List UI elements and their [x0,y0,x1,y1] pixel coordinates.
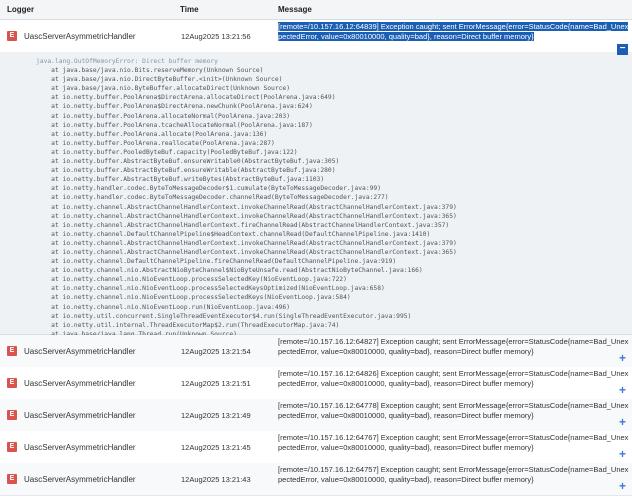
stacktrace-line: at io.netty.channel.AbstractChannelHandl… [36,239,457,247]
stacktrace-line: at io.netty.buffer.AbstractByteBuf.write… [36,176,325,184]
row-time: 12Aug2025 13:21:45 [181,443,251,452]
stacktrace-line: at io.netty.buffer.PoolArena.tcacheAlloc… [36,121,313,129]
stacktrace-line: at io.netty.buffer.PoolArena.allocate(Po… [36,130,268,138]
expand-icon[interactable]: + [619,383,626,397]
stacktrace-line: at io.netty.channel.AbstractChannelHandl… [36,248,457,256]
stacktrace-line: at io.netty.channel.AbstractChannelHandl… [36,203,457,211]
stacktrace-line: at io.netty.buffer.PoolArena$DirectArena… [36,103,313,111]
row-logger: UascServerAsymmetricHandler [24,347,136,356]
row-time: 12Aug2025 13:21:49 [181,411,251,420]
row-time: 12Aug2025 13:21:43 [181,475,251,484]
error-level-icon: E [7,31,17,41]
stacktrace-line: at java.base/java.nio.DirectByteBuffer.<… [36,76,283,84]
stacktrace-line: at io.netty.buffer.PoolArena.reallocate(… [36,139,275,147]
stacktrace-line: at io.netty.handler.codec.ByteToMessageD… [36,194,389,202]
stacktrace-lines: at java.base/java.nio.Bits.reserveMemory… [36,66,626,339]
table-row[interactable]: E UascServerAsymmetricHandler 12Aug2025 13… [0,399,632,432]
row-message: [remote=/10.157.16.12:64767] Exception c… [278,433,629,452]
table-row[interactable]: E UascServerAsymmetricHandler 12Aug2025 13… [0,335,632,368]
error-level-icon: E [7,346,17,356]
expand-icon[interactable]: + [619,351,626,365]
row-logger: UascServerAsymmetricHandler [24,379,136,388]
table-header: Logger Time Message [0,0,632,20]
error-level-icon: E [7,474,17,484]
row-time: 12Aug2025 13:21:51 [181,379,251,388]
row-message: [remote=/10.157.16.12:64757] Exception c… [278,465,629,484]
stacktrace-text: java.lang.OutOfMemoryError: Direct buffe… [36,57,626,339]
row-message: [remote=/10.157.16.12:64826] Exception c… [278,369,629,388]
stacktrace-line: at io.netty.channel.DefaultChannelPipeli… [36,230,431,238]
stacktrace-line: at java.base/java.nio.ByteBuffer.allocat… [36,85,291,93]
stacktrace-line: at io.netty.buffer.PoolArena.allocateNor… [36,112,291,120]
stacktrace-line: at io.netty.util.concurrent.SingleThread… [36,312,412,320]
stacktrace-line: at io.netty.channel.AbstractChannelHandl… [36,212,457,220]
row-logger: UascServerAsymmetricHandler [24,32,136,41]
row-message: [remote=/10.157.16.12:64827] Exception c… [278,337,629,356]
row-logger: UascServerAsymmetricHandler [24,443,136,452]
log-table: Logger Time Message E UascServerAsymmetr… [0,0,632,500]
table-row[interactable]: E UascServerAsymmetricHandler 12Aug2025 13… [0,463,632,496]
table-row[interactable]: E UascServerAsymmetricHandler 12Aug2025 13… [0,431,632,464]
stacktrace-line: at io.netty.channel.nio.NioEventLoop.pro… [36,276,347,284]
row-message[interactable]: [remote=/10.157.16.12:64839] Exception c… [278,22,630,52]
stacktrace-line: at io.netty.channel.nio.NioEventLoop.pro… [36,294,351,302]
stacktrace-line: at io.netty.buffer.AbstractByteBuf.ensur… [36,158,340,166]
expand-icon[interactable]: + [619,479,626,493]
stacktrace-line: at io.netty.channel.nio.NioEventLoop.run… [36,303,291,311]
stacktrace-line: at io.netty.channel.AbstractChannelHandl… [36,221,450,229]
column-header-message[interactable]: Message [278,5,312,14]
stacktrace-line: at io.netty.channel.DefaultChannelPipeli… [36,258,397,266]
stacktrace-line: at io.netty.handler.codec.ByteToMessageD… [36,185,381,193]
row-time: 12Aug2025 13:21:54 [181,347,251,356]
expand-icon[interactable]: + [619,415,626,429]
collapse-icon[interactable]: − [617,44,628,55]
selected-message-text[interactable]: [remote=/10.157.16.12:64839] Exception c… [278,22,629,41]
error-level-icon: E [7,410,17,420]
stacktrace-line: at io.netty.channel.nio.NioEventLoop.pro… [36,285,385,293]
row-logger: UascServerAsymmetricHandler [24,411,136,420]
table-row[interactable]: E UascServerAsymmetricHandler 12Aug2025 13… [0,367,632,400]
column-header-logger[interactable]: Logger [7,5,34,14]
stacktrace-panel: − java.lang.OutOfMemoryError: Direct buf… [0,44,632,338]
stacktrace-line: at io.netty.buffer.PoolArena$DirectArena… [36,94,336,102]
column-header-time[interactable]: Time [180,5,199,14]
expand-icon[interactable]: + [619,447,626,461]
stacktrace-line: at io.netty.channel.nio.AbstractNioByteC… [36,267,423,275]
row-message: [remote=/10.157.16.12:64778] Exception c… [278,401,629,420]
row-time: 12Aug2025 13:21:56 [181,32,251,41]
stacktrace-line: at java.base/java.nio.Bits.reserveMemory… [36,67,264,75]
error-level-icon: E [7,378,17,388]
table-row-selected[interactable]: E UascServerAsymmetricHandler 12Aug2025 … [0,20,632,53]
stacktrace-line: at io.netty.buffer.AbstractByteBuf.ensur… [36,167,336,175]
error-level-icon: E [7,442,17,452]
stacktrace-line: at io.netty.buffer.PooledByteBuf.capacit… [36,148,298,156]
stacktrace-line: at io.netty.util.internal.ThreadExecutor… [36,321,340,329]
row-logger: UascServerAsymmetricHandler [24,475,136,484]
stacktrace-exception: java.lang.OutOfMemoryError: Direct buffe… [36,58,218,65]
